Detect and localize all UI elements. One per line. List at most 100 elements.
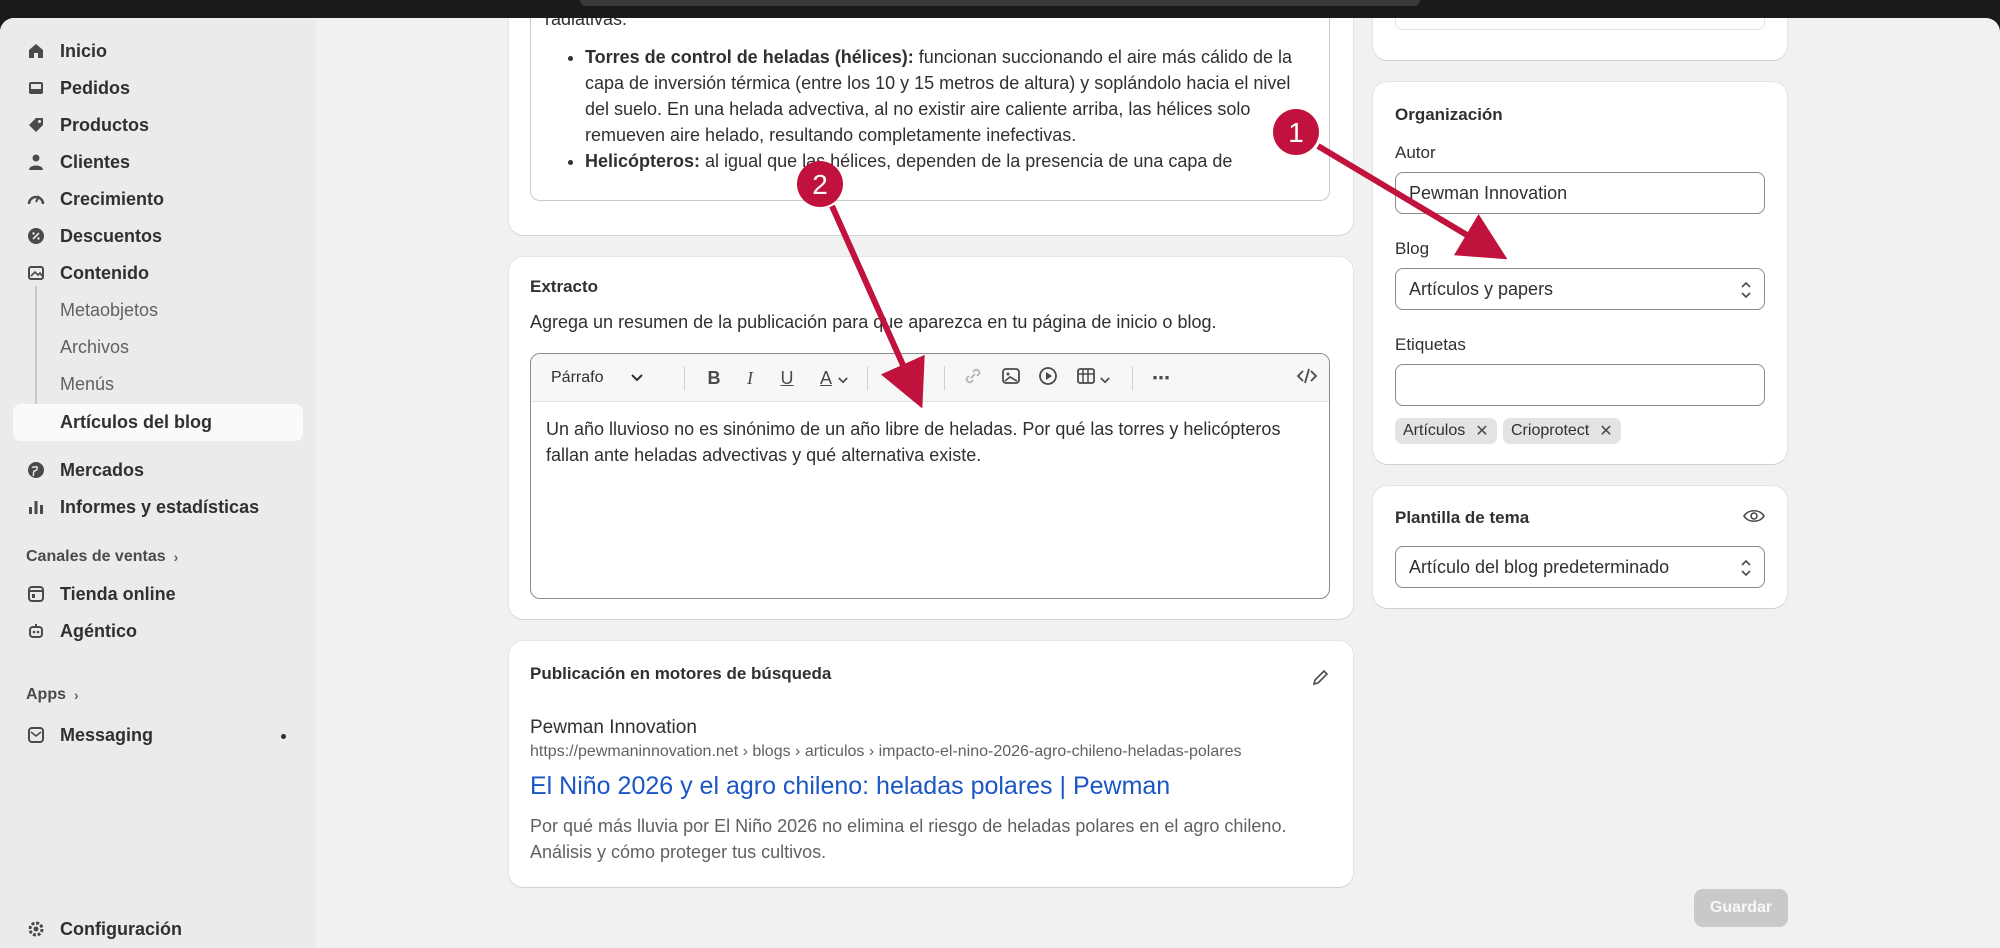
link-button[interactable] bbox=[961, 366, 985, 390]
sidebar-item-descuentos[interactable]: Descuentos bbox=[13, 219, 303, 253]
sidebar-item-archivos[interactable]: Archivos bbox=[13, 330, 303, 364]
chevron-down-icon bbox=[1100, 368, 1110, 389]
tags-label: Etiquetas bbox=[1395, 335, 1466, 354]
status-card bbox=[1373, 18, 1787, 60]
gear-icon bbox=[25, 918, 47, 940]
preview-button[interactable] bbox=[1743, 508, 1765, 529]
editor-toolbar: Párrafo B I U A ≡ ⋯ bbox=[531, 354, 1329, 402]
author-input[interactable]: Pewman Innovation bbox=[1395, 172, 1765, 214]
seo-description: Por qué más lluvia por El Niño 2026 no e… bbox=[530, 816, 1287, 862]
italic-icon: I bbox=[747, 367, 753, 388]
sidebar-item-agentico[interactable]: Agéntico bbox=[13, 614, 303, 648]
tag-icon bbox=[25, 114, 47, 136]
excerpt-card: Extracto Agrega un resumen de la publica… bbox=[509, 257, 1353, 619]
browser-top-bar bbox=[0, 0, 2000, 18]
chevron-down-icon bbox=[838, 368, 848, 389]
person-icon bbox=[25, 151, 47, 173]
home-icon bbox=[25, 40, 47, 62]
content-list: Torres de control de heladas (hélices): … bbox=[585, 44, 1315, 174]
seo-card: Publicación en motores de búsqueda Pewma… bbox=[509, 641, 1353, 887]
format-select[interactable]: Párrafo bbox=[551, 366, 644, 390]
sidebar-item-inicio[interactable]: Inicio bbox=[13, 34, 303, 68]
content-card: radiativas: Torres de control de heladas… bbox=[509, 18, 1353, 235]
messaging-status-dot bbox=[281, 734, 286, 739]
theme-template-select[interactable]: Artículo del blog predeterminado bbox=[1395, 546, 1765, 588]
tags-input[interactable] bbox=[1395, 364, 1765, 406]
text-color-button[interactable]: A bbox=[814, 366, 854, 390]
tag-chip-crioprotect: Crioprotect ✕ bbox=[1503, 418, 1621, 444]
sales-channels-header[interactable]: Canales de ventas › bbox=[26, 548, 178, 566]
tag-chip-articulos: Artículos ✕ bbox=[1395, 418, 1497, 444]
sidebar-item-menus[interactable]: Menús bbox=[13, 367, 303, 401]
chevron-right-icon: › bbox=[173, 549, 179, 565]
toolbar-separator bbox=[867, 366, 868, 390]
sidebar: Inicio Pedidos Productos Clientes Crecim… bbox=[0, 18, 316, 948]
sidebar-item-pedidos[interactable]: Pedidos bbox=[13, 71, 303, 105]
list-item: Helicópteros: al igual que las hélices, … bbox=[585, 148, 1315, 174]
sidebar-item-metaobjetos[interactable]: Metaobjetos bbox=[13, 293, 303, 327]
align-button[interactable]: ≡ bbox=[879, 366, 939, 390]
sidebar-item-crecimiento[interactable]: Crecimiento bbox=[13, 182, 303, 216]
admin-app: Inicio Pedidos Productos Clientes Crecim… bbox=[0, 18, 2000, 948]
save-button[interactable]: Guardar bbox=[1694, 889, 1788, 927]
bar-chart-icon bbox=[25, 496, 47, 518]
store-icon bbox=[25, 583, 47, 605]
list-item: Torres de control de heladas (hélices): … bbox=[585, 44, 1315, 148]
remove-tag-button[interactable]: ✕ bbox=[1475, 421, 1488, 441]
sidebar-item-contenido[interactable]: Contenido bbox=[13, 256, 303, 290]
insert-table-button[interactable] bbox=[1073, 366, 1113, 390]
messaging-icon bbox=[25, 724, 47, 746]
excerpt-text[interactable]: Un año lluvioso no es sinónimo de un año… bbox=[531, 402, 1329, 482]
seo-title: Publicación en motores de búsqueda bbox=[530, 664, 832, 683]
edit-seo-button[interactable] bbox=[1311, 667, 1331, 692]
remove-tag-button[interactable]: ✕ bbox=[1599, 421, 1612, 441]
seo-site-name: Pewman Innovation bbox=[530, 717, 697, 738]
sidebar-item-mercados[interactable]: Mercados bbox=[13, 453, 303, 487]
toolbar-separator bbox=[684, 366, 685, 390]
sidebar-item-clientes[interactable]: Clientes bbox=[13, 145, 303, 179]
underline-button[interactable]: U bbox=[777, 366, 797, 390]
link-icon bbox=[963, 366, 983, 391]
select-arrows-icon bbox=[1740, 280, 1752, 305]
sidebar-item-messaging[interactable]: Messaging bbox=[13, 718, 303, 752]
chevron-down-icon bbox=[631, 369, 644, 387]
apps-header[interactable]: Apps › bbox=[26, 686, 79, 704]
bold-icon: B bbox=[707, 367, 721, 388]
insert-image-button[interactable] bbox=[999, 366, 1023, 390]
align-icon: ≡ bbox=[903, 367, 915, 388]
blog-select[interactable]: Artículos y papers bbox=[1395, 268, 1765, 310]
table-icon bbox=[1076, 366, 1096, 391]
organization-card: Organización Autor Pewman Innovation Blo… bbox=[1373, 82, 1787, 464]
text-color-icon: A bbox=[819, 367, 832, 388]
chevron-right-icon: › bbox=[74, 687, 79, 703]
theme-template-card: Plantilla de tema Artículo del blog pred… bbox=[1373, 486, 1787, 608]
html-view-button[interactable] bbox=[1295, 366, 1319, 390]
code-icon bbox=[1296, 367, 1318, 390]
italic-button[interactable]: I bbox=[740, 366, 760, 390]
sidebar-item-tienda-online[interactable]: Tienda online bbox=[13, 577, 303, 611]
gauge-icon bbox=[25, 188, 47, 210]
select-arrows-icon bbox=[1740, 558, 1752, 583]
sidebar-item-productos[interactable]: Productos bbox=[13, 108, 303, 142]
blog-label: Blog bbox=[1395, 239, 1430, 258]
insert-video-button[interactable] bbox=[1036, 366, 1060, 390]
organization-title: Organización bbox=[1395, 105, 1503, 124]
seo-url: https://pewmaninnovation.net › blogs › a… bbox=[530, 743, 1242, 760]
more-options-button[interactable]: ⋯ bbox=[1149, 366, 1173, 390]
pencil-icon bbox=[1311, 669, 1331, 691]
sidebar-item-informes[interactable]: Informes y estadísticas bbox=[13, 490, 303, 524]
status-field[interactable] bbox=[1395, 18, 1765, 30]
seo-page-title[interactable]: El Niño 2026 y el agro chileno: heladas … bbox=[530, 772, 1170, 801]
excerpt-editor[interactable]: Párrafo B I U A ≡ ⋯ Un año lluvioso no e… bbox=[530, 353, 1330, 599]
toolbar-separator bbox=[944, 366, 945, 390]
sidebar-item-articulos-blog[interactable]: Artículos del blog bbox=[13, 404, 303, 441]
excerpt-description: Agrega un resumen de la publicación para… bbox=[530, 312, 1217, 332]
author-label: Autor bbox=[1395, 143, 1436, 162]
excerpt-title: Extracto bbox=[530, 277, 599, 296]
ellipsis-icon: ⋯ bbox=[1152, 367, 1170, 388]
sidebar-item-configuracion[interactable]: Configuración bbox=[13, 912, 303, 946]
bold-button[interactable]: B bbox=[703, 366, 725, 390]
content-editor[interactable]: radiativas: Torres de control de heladas… bbox=[530, 18, 1330, 201]
top-search-bar[interactable] bbox=[580, 0, 1420, 6]
play-icon bbox=[1038, 366, 1058, 391]
